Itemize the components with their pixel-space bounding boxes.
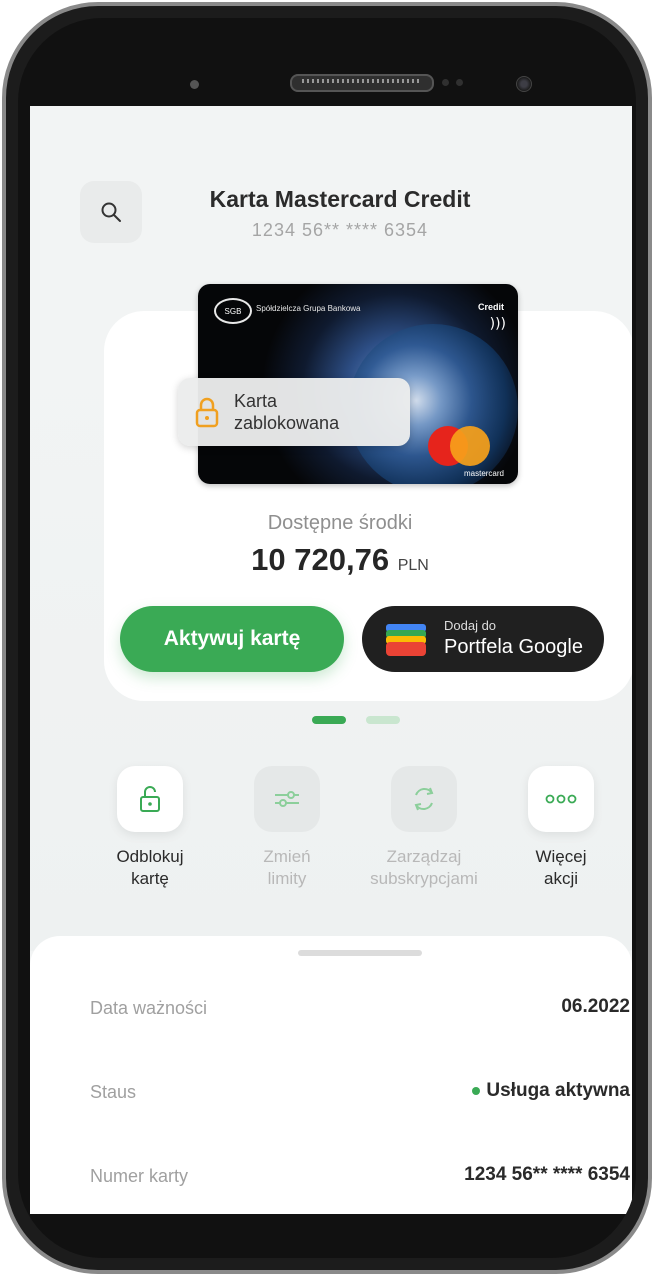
- bank-name: Spółdzielcza Grupa Bankowa: [256, 304, 361, 313]
- subscriptions-icon-button[interactable]: [391, 766, 457, 832]
- status-text: Usługa aktywna: [486, 1080, 630, 1101]
- status-value: Usługa aktywna: [472, 1080, 630, 1102]
- expiry-label: Data ważności: [90, 998, 208, 1018]
- expiry-row: Data ważności 06.2022: [90, 990, 630, 1030]
- phone-bezel: Karta Mastercard Credit 1234 56** **** 6…: [18, 18, 636, 1258]
- action-label-line2: kartę: [131, 869, 169, 888]
- action-label-line2: akcji: [543, 869, 578, 888]
- card-number-value: 1234 56** **** 6354: [464, 1164, 630, 1185]
- activate-card-button[interactable]: Aktywuj kartę: [120, 606, 344, 672]
- action-label-line1: Zmień: [263, 847, 311, 866]
- pager-dot-active[interactable]: [312, 716, 346, 724]
- unblock-card-action[interactable]: Odblokuj kartę: [90, 766, 210, 890]
- more-icon-button[interactable]: [528, 766, 594, 832]
- change-limits-action[interactable]: Zmień limity: [227, 766, 347, 890]
- sensor-dot: [456, 79, 463, 86]
- sheet-drag-handle[interactable]: [298, 950, 422, 956]
- action-label: Zmień limity: [227, 846, 347, 890]
- gpay-label-top: Dodaj do: [444, 618, 497, 633]
- action-label: Odblokuj kartę: [90, 846, 210, 890]
- more-actions-action[interactable]: Więcej akcji: [501, 766, 621, 890]
- available-funds-label: Dostępne środki: [267, 512, 413, 534]
- google-wallet-icon: [386, 624, 426, 656]
- network-label: mastercard: [463, 469, 504, 478]
- page-title: Karta Mastercard Credit: [209, 186, 471, 212]
- sliders-icon: [275, 791, 299, 807]
- action-label-line1: Więcej: [535, 847, 587, 866]
- limits-icon-button[interactable]: [254, 766, 320, 832]
- mastercard-logo-orange: [450, 426, 490, 466]
- action-label-line1: Odblokuj: [116, 847, 184, 866]
- phone-frame: Karta Mastercard Credit 1234 56** **** 6…: [2, 2, 652, 1274]
- card-details-sheet[interactable]: Data ważności 06.2022 Staus Usługa aktyw…: [30, 936, 632, 1214]
- action-label-line2: subskrypcjami: [370, 869, 478, 888]
- refresh-icon: [414, 787, 434, 811]
- contactless-icon: ))): [489, 316, 506, 332]
- front-camera: [516, 76, 532, 92]
- action-label: Zarządzaj subskrypcjami: [364, 846, 484, 890]
- add-to-google-wallet-button[interactable]: Dodaj do Portfela Google: [362, 606, 604, 672]
- search-button[interactable]: [80, 181, 142, 243]
- search-icon: [101, 202, 121, 222]
- unlock-icon-button[interactable]: [117, 766, 183, 832]
- sensor-dot: [442, 79, 449, 86]
- card-type-label: Credit: [477, 302, 504, 312]
- unlock-icon: [140, 786, 160, 812]
- blocked-status-text: Karta zablokowana: [234, 391, 340, 433]
- pager-dot-inactive[interactable]: [366, 716, 400, 724]
- card-blocked-badge: Karta zablokowana: [178, 378, 410, 446]
- card-number-row: Numer karty 1234 56** **** 6354: [90, 1158, 630, 1198]
- manage-subscriptions-action[interactable]: Zarządzaj subskrypcjami: [364, 766, 484, 890]
- more-dots-icon: [545, 794, 577, 804]
- bank-logo: SGB: [214, 298, 252, 324]
- card-number-header: 1234 56** **** 6354: [251, 220, 429, 240]
- status-row: Staus Usługa aktywna: [90, 1074, 630, 1114]
- status-label: Staus: [90, 1082, 137, 1102]
- gpay-label-main: Portfela Google: [444, 636, 583, 658]
- expiry-value: 06.2022: [561, 996, 630, 1017]
- card-number-label: Numer karty: [90, 1166, 189, 1186]
- action-label-line1: Zarządzaj: [386, 847, 462, 866]
- lock-icon: [195, 397, 219, 428]
- earpiece-speaker: [290, 74, 434, 92]
- app-screen: Karta Mastercard Credit 1234 56** **** 6…: [30, 106, 632, 1214]
- action-label-line2: limity: [267, 869, 307, 888]
- available-funds-amount: 10 720,76 PLN: [200, 542, 480, 578]
- status-indicator-dot: [472, 1086, 481, 1095]
- action-label: Więcej akcji: [501, 846, 621, 890]
- proximity-sensor: [190, 80, 199, 89]
- balance-currency: PLN: [397, 557, 429, 574]
- balance-amount: 10 720,76: [251, 542, 390, 577]
- speaker-grille: [302, 79, 420, 83]
